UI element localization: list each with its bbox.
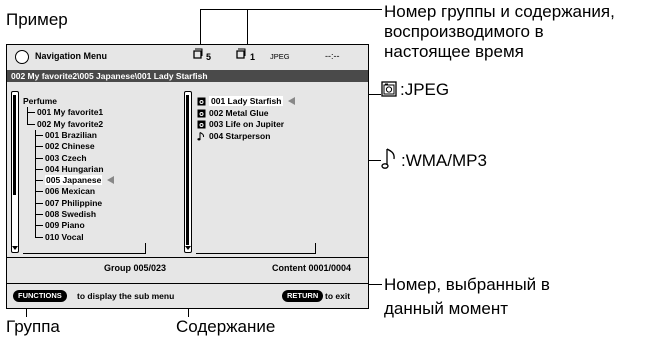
folder-content-icon (236, 48, 246, 59)
group-tree-item[interactable]: 010 Vocal (45, 232, 84, 242)
group-tree-label: 010 Vocal (45, 231, 84, 242)
tree-connector (27, 112, 35, 114)
time-label: --:-- (325, 51, 340, 61)
content-list-item[interactable]: 004 Starperson (197, 131, 270, 141)
annotation-selected-number-2: данный момент (384, 299, 509, 318)
group-tree-label: 001 My favorite1 (37, 107, 104, 118)
footer: FUNCTIONS to display the sub menu RETURN… (7, 283, 368, 308)
music-note-icon (381, 148, 395, 169)
content-list-item[interactable]: 001 Lady Starfish (197, 96, 296, 106)
group-scroll-thumb[interactable] (13, 95, 16, 195)
group-tree-item[interactable]: 008 Swedish (45, 209, 96, 219)
group-status: Group 005/023 (104, 263, 167, 273)
tree-connector (35, 191, 43, 193)
return-hint: to exit (325, 291, 351, 301)
folder-group-icon (193, 48, 203, 59)
group-tree-label: Perfume (23, 96, 58, 106)
group-scrollbar[interactable] (11, 91, 19, 253)
group-tree-item[interactable]: Perfume (23, 96, 57, 106)
annotation-content: Содержание (176, 317, 276, 336)
navigation-circle-icon (15, 50, 29, 64)
content-list-item[interactable]: 003 Life on Jupiter (197, 119, 284, 129)
content-scroll-thumb[interactable] (186, 95, 189, 245)
tree-connector (35, 180, 43, 182)
status-row: Group 005/023 Content 0001/0004 (7, 263, 368, 275)
panel-corner (315, 243, 316, 253)
annotation-group: Группа (6, 317, 60, 336)
tree-connector (35, 134, 43, 136)
jpeg-icon (197, 120, 206, 129)
tree-connector (35, 214, 43, 215)
tree-connector (35, 146, 43, 148)
path-bar: 002 My favorite2\005 Japanese\001 Lady S… (7, 70, 368, 82)
selection-arrow-icon (107, 176, 115, 185)
content-panel[interactable]: 001 Lady Starfish 002 Metal Glue 003 Life … (184, 91, 334, 255)
tree-connector (35, 168, 43, 170)
jpeg-icon (197, 97, 206, 106)
tree-connector (27, 123, 35, 125)
content-list-item[interactable]: 002 Metal Glue (197, 108, 269, 118)
music-icon (197, 131, 205, 141)
content-label: 001 Lady Starfish (209, 96, 284, 106)
tree-connector (35, 236, 43, 238)
group-tree-item[interactable]: 005 Japanese (45, 175, 115, 186)
navigation-menu-title: Navigation Menu (35, 51, 108, 61)
group-tree-item[interactable]: 006 Mexican (45, 186, 95, 196)
tree-connector (27, 107, 28, 124)
panel-corner (23, 253, 146, 254)
leader-line (200, 9, 382, 10)
group-tree-label: 009 Piano (45, 220, 85, 231)
tree-connector (35, 129, 36, 237)
tree-connector (35, 225, 43, 227)
group-tree-label: 003 Czech (45, 152, 87, 163)
return-button[interactable]: RETURN (282, 290, 324, 302)
group-tree-item[interactable]: 004 Hungarian (45, 164, 104, 174)
group-panel[interactable]: Perfume 001 My favorite1 002 My favorite2 0… (11, 91, 171, 255)
annotation-group-content-number-2: воспроизводимого в (384, 22, 544, 41)
group-tree-label: 004 Hungarian (45, 163, 104, 174)
group-tree-item[interactable]: 001 Brazilian (45, 130, 97, 140)
content-status: Content 0001/0004 (272, 263, 352, 273)
annotation-jpeg: :JPEG (400, 80, 450, 99)
group-tree-label: 005 Japanese (46, 175, 102, 186)
group-tree-label: 001 Brazilian (45, 129, 97, 140)
group-tree-label: 007 Philippine (45, 197, 103, 208)
navigation-screen: Navigation Menu 5 1 JPEG --:-- 002 My fa… (6, 44, 369, 309)
group-tree-label: 008 Swedish (45, 209, 97, 219)
group-tree-item[interactable]: 009 Piano (45, 220, 85, 230)
group-tree-item[interactable]: 002 Chinese (45, 141, 95, 151)
annotation-example: Пример (6, 10, 68, 29)
format-label: JPEG (270, 52, 290, 61)
functions-hint: to display the sub menu (77, 291, 175, 301)
group-tree-item[interactable]: 007 Philippine (45, 198, 102, 208)
camera-icon (381, 81, 397, 97)
selection-arrow-icon (288, 97, 296, 105)
title-bar: Navigation Menu 5 1 JPEG --:-- (7, 45, 368, 69)
content-label: 002 Metal Glue (209, 107, 269, 118)
content-scrollbar[interactable] (184, 91, 192, 253)
group-tree-item[interactable]: 001 My favorite1 (37, 107, 103, 117)
group-tree-item[interactable]: 003 Czech (45, 153, 87, 163)
annotation-group-content-number: Номер группы и содержания, (384, 2, 615, 21)
group-tree-item[interactable]: 002 My favorite2 (37, 119, 103, 129)
jpeg-icon (197, 109, 206, 118)
annotation-group-content-number-3: настоящее время (384, 42, 524, 61)
scroll-down-arrow-icon[interactable] (185, 246, 191, 250)
content-label: 003 Life on Jupiter (209, 119, 285, 129)
tree-connector (35, 202, 43, 204)
group-tree-label: 006 Mexican (45, 186, 96, 197)
annotation-selected-number: Номер, выбранный в (384, 275, 550, 294)
scroll-down-arrow-icon[interactable] (12, 246, 18, 250)
content-label: 004 Starperson (209, 130, 271, 141)
status-separator (7, 257, 368, 258)
functions-button[interactable]: FUNCTIONS (13, 290, 67, 302)
panel-corner (196, 253, 316, 254)
panel-corner (145, 243, 146, 253)
tree-connector (35, 157, 43, 159)
annotation-wma-mp3: :WMA/MP3 (401, 151, 487, 170)
group-tree-label: 002 My favorite2 (37, 118, 104, 129)
content-count: 1 (250, 52, 256, 62)
group-tree-label: 002 Chinese (45, 141, 95, 152)
group-count: 5 (206, 52, 212, 62)
